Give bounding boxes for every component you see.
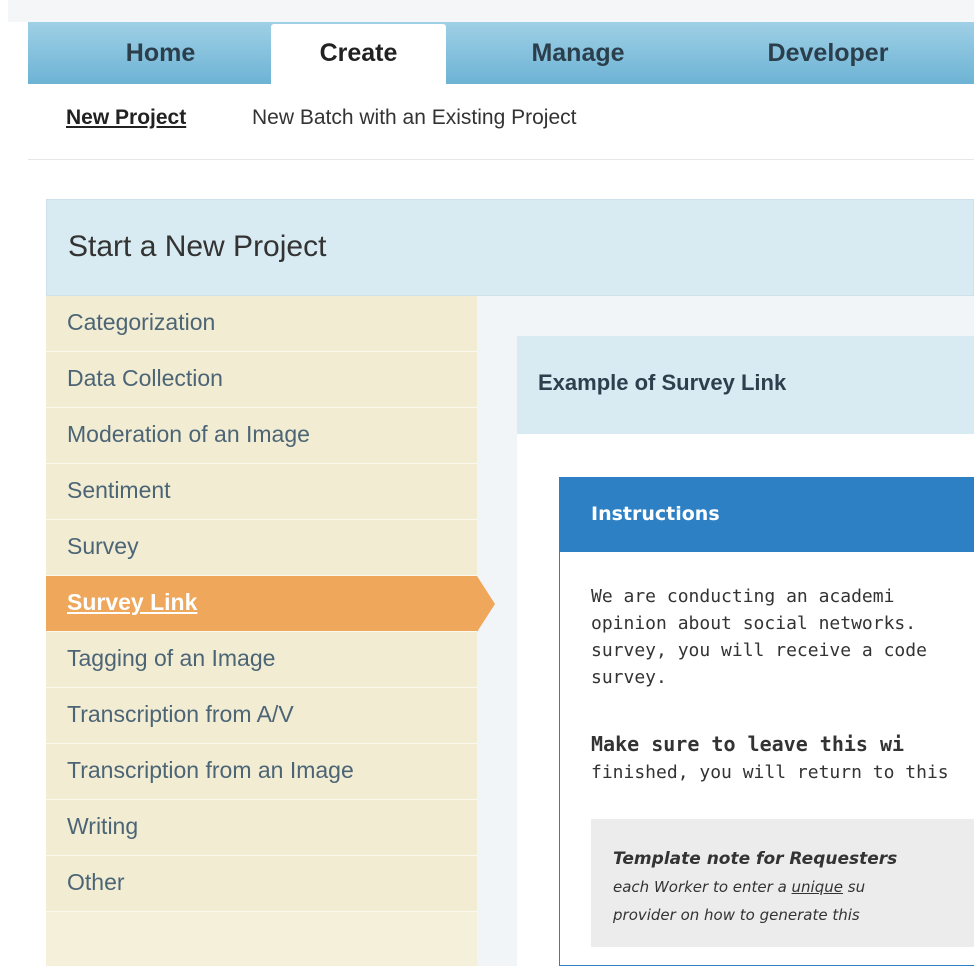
note-text: provider on how to generate this (613, 906, 860, 924)
main-tab-bar: Home Create Manage Developer (28, 22, 974, 86)
note-text: su (843, 878, 866, 896)
sidebar-item-other[interactable]: Other (46, 856, 477, 912)
sidebar-item-moderation-image[interactable]: Moderation of an Image (46, 408, 477, 464)
top-strip (8, 0, 974, 22)
warning-bold-text: Make sure to leave this wi (591, 732, 905, 756)
page-title: Start a New Project (68, 230, 327, 263)
sidebar-item-writing[interactable]: Writing (46, 800, 477, 856)
note-text: each Worker to enter a (613, 878, 792, 896)
sidebar-item-tagging-image[interactable]: Tagging of an Image (46, 632, 477, 688)
sidebar-item-categorization[interactable]: Categorization (46, 296, 477, 352)
sidebar-item-data-collection[interactable]: Data Collection (46, 352, 477, 408)
sidebar-item-survey[interactable]: Survey (46, 520, 477, 576)
sidebar-item-label: Other (67, 869, 125, 895)
example-preview: Example of Survey Link Instructions We a… (517, 336, 974, 966)
sub-navigation: New Project New Batch with an Existing P… (28, 84, 974, 160)
template-list: Categorization Data Collection Moderatio… (46, 296, 495, 966)
warning-line: finished, you will return to this (591, 762, 949, 783)
sidebar-item-label: Transcription from A/V (67, 701, 294, 727)
sidebar-item-label: Writing (67, 813, 139, 839)
sidebar-item-label: Categorization (67, 309, 216, 335)
instructions-title: Instructions (591, 503, 720, 525)
subnav-new-batch[interactable]: New Batch with an Existing Project (252, 106, 576, 130)
instructions-text: We are conducting an academi opinion abo… (591, 583, 974, 691)
tab-home[interactable]: Home (78, 22, 243, 84)
instructions-line: We are conducting an academi (591, 586, 895, 607)
sidebar-item-label: Tagging of an Image (67, 645, 276, 671)
sidebar-item-survey-link[interactable]: Survey Link (46, 576, 495, 632)
sidebar-item-sentiment[interactable]: Sentiment (46, 464, 477, 520)
app-frame: Home Create Manage Developer New Project… (8, 0, 974, 966)
sidebar-item-label: Survey (67, 533, 139, 559)
instructions-header: Instructions (560, 478, 974, 552)
note-title: Template note for Requesters (613, 849, 898, 869)
sidebar-item-label: Transcription from an Image (67, 757, 354, 783)
tab-developer[interactable]: Developer (733, 22, 923, 84)
sidebar-item-label: Moderation of an Image (67, 421, 310, 447)
template-note: Template note for Requesters each Worker… (591, 819, 974, 947)
sidebar-item-label: Sentiment (67, 477, 171, 503)
subnav-new-project[interactable]: New Project (66, 106, 186, 130)
panel-header: Start a New Project (46, 199, 974, 296)
example-title: Example of Survey Link (538, 370, 787, 395)
sidebar-item-transcription-image[interactable]: Transcription from an Image (46, 744, 477, 800)
tab-create[interactable]: Create (271, 24, 446, 86)
instructions-line: survey, you will receive a code (591, 640, 927, 661)
instructions-line: survey. (591, 667, 667, 688)
example-header: Example of Survey Link (517, 336, 974, 434)
instructions-box: Instructions We are conducting an academ… (559, 477, 974, 966)
sidebar-item-transcription-av[interactable]: Transcription from A/V (46, 688, 477, 744)
start-project-panel: Start a New Project Categorization Data … (46, 199, 974, 966)
instructions-warning: Make sure to leave this wi finished, you… (591, 731, 949, 786)
sidebar-item-label: Data Collection (67, 365, 223, 391)
sidebar-item-label: Survey Link (67, 589, 198, 615)
tab-manage[interactable]: Manage (498, 22, 658, 84)
note-underlined-word: unique (791, 878, 843, 896)
instructions-line: opinion about social networks. (591, 613, 917, 634)
